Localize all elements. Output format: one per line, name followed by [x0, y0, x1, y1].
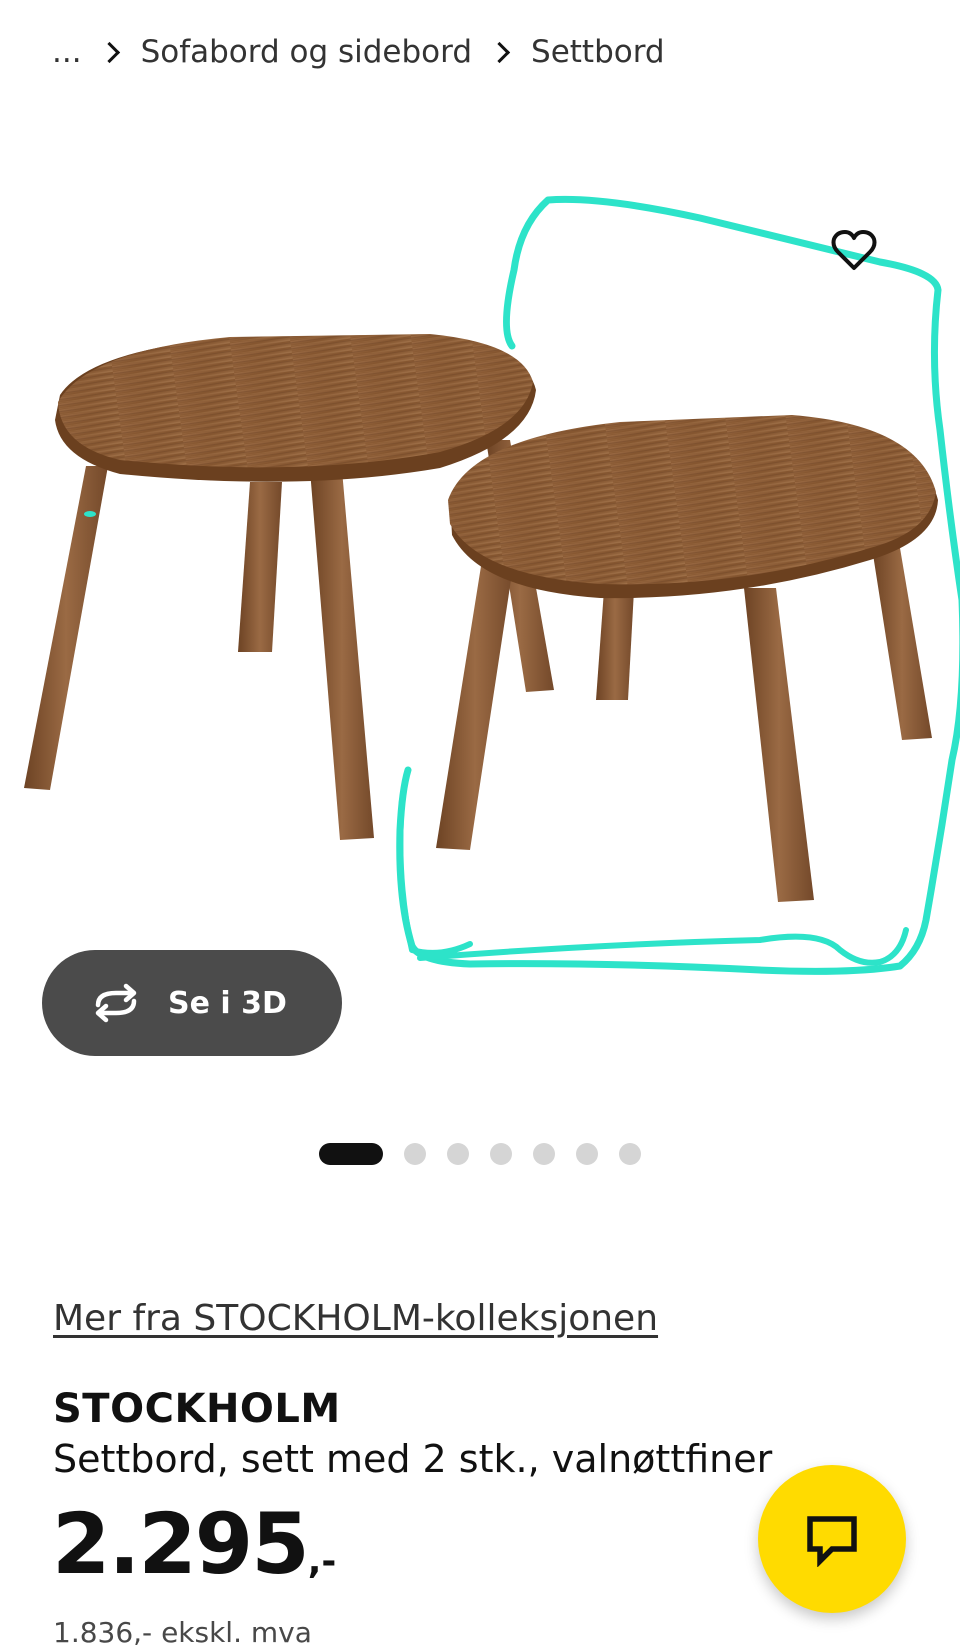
nesting-tables-image [24, 195, 960, 975]
price-decimal: ,- [307, 1541, 337, 1582]
pagination-dot[interactable] [533, 1143, 555, 1165]
chat-bubble-icon [807, 1516, 857, 1567]
product-price: 2.295 ,- [52, 1502, 336, 1586]
pagination-dot[interactable] [447, 1143, 469, 1165]
image-pagination [319, 1142, 662, 1166]
product-name: STOCKHOLM [53, 1386, 341, 1432]
product-image[interactable] [0, 170, 960, 1020]
heart-icon [831, 230, 877, 270]
chat-button[interactable] [758, 1465, 906, 1613]
pagination-dot-active[interactable] [319, 1143, 383, 1165]
pagination-dot[interactable] [619, 1143, 641, 1165]
price-ex-vat: 1.836,- ekskl. mva [53, 1616, 312, 1649]
pagination-dot[interactable] [576, 1143, 598, 1165]
favorite-button[interactable] [826, 222, 882, 278]
collection-link[interactable]: Mer fra STOCKHOLM-kolleksjonen [53, 1298, 658, 1339]
pagination-dot[interactable] [404, 1143, 426, 1165]
chevron-right-icon [488, 41, 511, 63]
chevron-right-icon [98, 41, 120, 63]
price-integer: 2.295 [52, 1495, 310, 1593]
rotate-3d-icon [95, 983, 137, 1023]
breadcrumb-settbord[interactable]: Settbord [531, 34, 665, 70]
breadcrumb: ... Sofabord og sidebord Settbord [52, 28, 665, 76]
breadcrumb-ellipsis[interactable]: ... [52, 34, 82, 70]
pagination-dot[interactable] [490, 1143, 512, 1165]
view-3d-button[interactable]: Se i 3D [42, 950, 342, 1056]
view-3d-label: Se i 3D [168, 985, 287, 1021]
breadcrumb-sofabord[interactable]: Sofabord og sidebord [141, 34, 472, 70]
product-description: Settbord, sett med 2 stk., valnøttfiner [53, 1437, 773, 1481]
